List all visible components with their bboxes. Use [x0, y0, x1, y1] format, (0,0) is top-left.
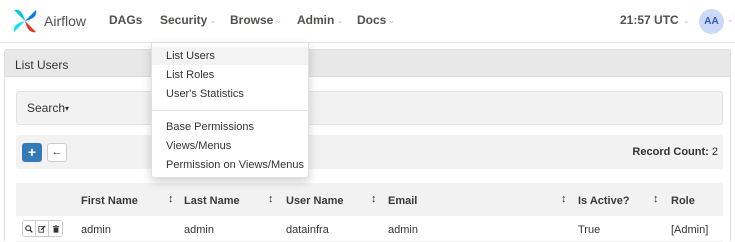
cell-role: [Admin]: [671, 224, 709, 236]
chevron-down-icon[interactable]: ⌄: [727, 15, 734, 24]
menu-item-list-users[interactable]: List Users: [152, 47, 308, 65]
cell-is-active: True: [578, 224, 601, 236]
nav-browse[interactable]: Browse ⌄: [230, 13, 282, 27]
search-well: Search▾: [16, 91, 723, 125]
nav-browse-label: Browse: [230, 13, 274, 27]
sort-icon[interactable]: ↕: [168, 193, 174, 205]
search-label: Search: [27, 101, 66, 115]
nav-dags[interactable]: DAGs: [109, 13, 142, 27]
page-title: List Users: [15, 58, 69, 72]
airflow-pinwheel-icon: [13, 9, 37, 33]
record-count-label: Record Count:: [632, 146, 709, 158]
add-user-button[interactable]: +: [22, 143, 42, 162]
menu-item-views-menus[interactable]: Views/Menus: [152, 137, 308, 155]
column-user-name[interactable]: User Name: [286, 195, 343, 207]
sort-icon[interactable]: ↕: [268, 193, 274, 205]
chevron-down-icon: ⌄: [336, 16, 344, 25]
plus-icon: +: [27, 144, 37, 160]
brand-name: Airflow: [44, 13, 87, 29]
cell-last-name: admin: [184, 224, 214, 236]
nav-admin-label: Admin: [297, 13, 335, 27]
cell-email: admin: [388, 224, 418, 236]
chevron-down-icon: ⌄: [275, 16, 283, 25]
back-button[interactable]: ←: [47, 143, 67, 162]
cell-user-name: datainfra: [286, 224, 329, 236]
nav-security[interactable]: Security ⌄: [160, 13, 216, 27]
caret-down-icon: ▾: [65, 104, 70, 113]
menu-item-user-statistics[interactable]: User's Statistics: [152, 85, 308, 103]
security-dropdown-menu: List Users List Roles User's Statistics …: [151, 42, 309, 178]
column-email[interactable]: Email: [388, 195, 417, 207]
utc-clock[interactable]: 21:57 UTC ⌄: [620, 13, 690, 27]
column-is-active[interactable]: Is Active?: [578, 195, 630, 207]
user-avatar[interactable]: AA: [699, 9, 724, 34]
panel-heading: List Users: [5, 50, 730, 77]
search-dropdown-button[interactable]: Search▾: [27, 101, 69, 115]
nav-docs-label: Docs: [357, 13, 387, 27]
delete-record-button[interactable]: [49, 221, 62, 236]
column-role[interactable]: Role: [671, 195, 695, 207]
menu-item-base-permissions[interactable]: Base Permissions: [152, 118, 308, 136]
table-header: First Name ↕ Last Name ↕ User Name ↕ Ema…: [16, 183, 723, 216]
chevron-down-icon: ⌄: [388, 16, 396, 25]
nav-dags-label: DAGs: [109, 13, 143, 27]
sort-icon[interactable]: ↕: [653, 193, 659, 205]
list-users-panel: List Users Search▾ + ← Record Count: 2 F…: [4, 49, 731, 242]
action-toolbar: + ← Record Count: 2: [16, 135, 723, 169]
top-navbar: Airflow DAGs Security ⌄ Browse ⌄ Admin ⌄ Do…: [0, 0, 735, 43]
chevron-down-icon: ⌄: [680, 16, 690, 25]
edit-icon: [38, 224, 46, 233]
show-record-button[interactable]: [23, 221, 36, 236]
table-row: admin admin datainfra admin True [Admin]: [16, 216, 723, 242]
column-first-name[interactable]: First Name: [81, 195, 138, 207]
edit-record-button[interactable]: [36, 221, 49, 236]
nav-docs[interactable]: Docs ⌄: [357, 13, 395, 27]
nav-admin[interactable]: Admin ⌄: [297, 13, 343, 27]
row-actions: [22, 220, 63, 237]
record-count: Record Count: 2: [632, 146, 718, 158]
menu-divider: [152, 110, 308, 111]
menu-item-permission-views-menus[interactable]: Permission on Views/Menus: [152, 156, 308, 174]
trash-icon: [52, 224, 59, 233]
chevron-down-icon: ⌄: [209, 16, 217, 25]
record-count-value: 2: [711, 146, 718, 158]
menu-item-list-roles[interactable]: List Roles: [152, 66, 308, 84]
search-icon: [25, 224, 33, 233]
sort-icon[interactable]: ↕: [371, 193, 377, 205]
column-last-name[interactable]: Last Name: [184, 195, 240, 207]
nav-security-label: Security: [160, 13, 208, 27]
brand-logo[interactable]: Airflow: [10, 7, 86, 35]
arrow-left-icon: ←: [51, 146, 63, 158]
sort-icon[interactable]: ↕: [561, 193, 567, 205]
cell-first-name: admin: [81, 224, 111, 236]
clock-text: 21:57 UTC: [620, 13, 679, 27]
